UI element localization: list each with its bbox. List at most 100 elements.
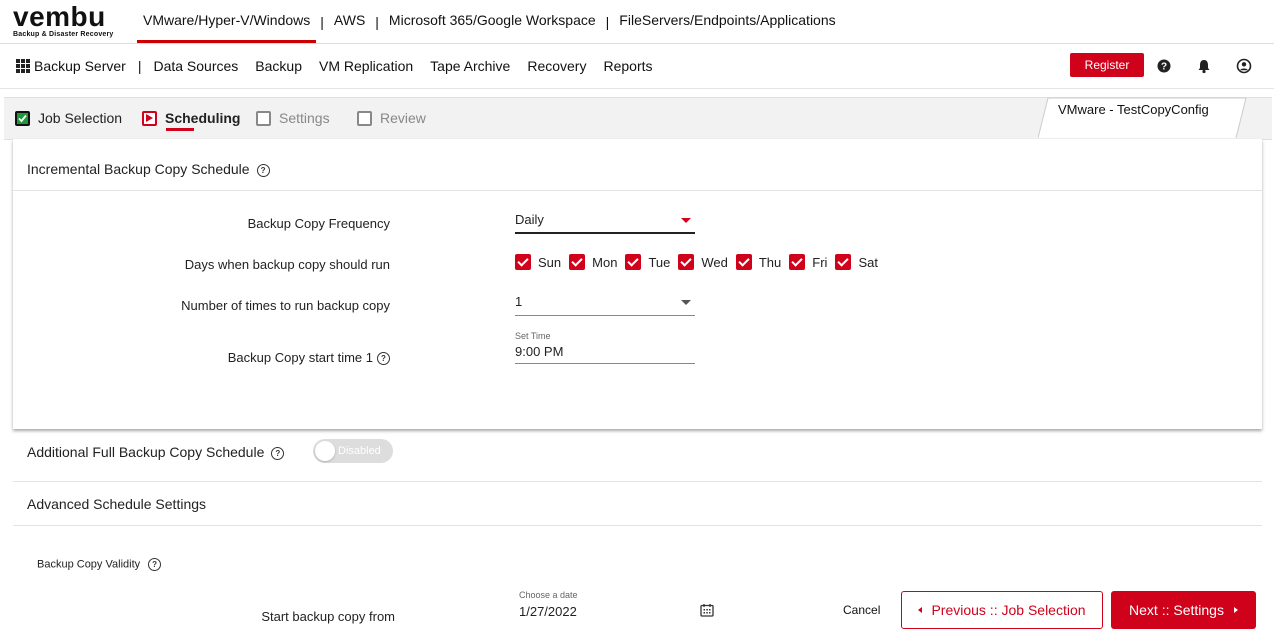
day-label: Wed bbox=[701, 254, 728, 270]
nav-separator: | bbox=[375, 13, 379, 30]
full-backup-toggle[interactable]: Disabled bbox=[313, 439, 393, 463]
nav-separator: | bbox=[320, 13, 324, 30]
incremental-schedule-card bbox=[13, 139, 1262, 429]
help-circle-icon[interactable]: ? bbox=[148, 558, 162, 571]
day-checkbox-thu[interactable]: Thu bbox=[735, 254, 782, 270]
product-tab-vmware[interactable]: VMware/Hyper-V/Windows bbox=[137, 0, 317, 43]
bell-icon[interactable] bbox=[1196, 58, 1212, 74]
product-tab-fileservers[interactable]: FileServers/Endpoints/Applications bbox=[613, 0, 841, 43]
day-checkbox-mon[interactable]: Mon bbox=[569, 254, 617, 270]
previous-button-label: Previous :: Job Selection bbox=[931, 602, 1086, 618]
frequency-label: Backup Copy Frequency bbox=[247, 216, 390, 231]
start-time-field[interactable]: Set Time 9:00 PM bbox=[515, 331, 695, 364]
checked-icon bbox=[569, 254, 586, 270]
start-date-field[interactable]: Choose a date 1/27/2022 bbox=[519, 590, 719, 619]
validity-title: Backup Copy Validity? bbox=[37, 558, 162, 571]
checked-icon bbox=[735, 254, 752, 270]
arrow-right-icon bbox=[1233, 607, 1238, 613]
section-title-text: Backup Copy Validity bbox=[37, 558, 141, 571]
day-label: Sun bbox=[538, 254, 562, 270]
frequency-value: Daily bbox=[515, 212, 544, 227]
help-icon[interactable]: ? bbox=[1156, 58, 1172, 74]
full-backup-title: Additional Full Backup Copy Schedule? bbox=[27, 444, 285, 460]
times-select[interactable]: 1 bbox=[515, 292, 695, 316]
toggle-state: Disabled bbox=[338, 445, 381, 457]
nav-recovery[interactable]: Recovery bbox=[527, 58, 586, 74]
start-time-caption: Set Time bbox=[515, 331, 551, 341]
job-name-tab: VMware - TestCopyConfig bbox=[1038, 96, 1248, 138]
days-checkbox-group: Sun Mon Tue Wed Thu Fri Sat bbox=[515, 253, 886, 271]
start-backup-from-label: Start backup copy from bbox=[261, 609, 395, 624]
wizard-step-scheduling[interactable]: Scheduling bbox=[142, 108, 240, 128]
checkbox-empty-icon bbox=[357, 110, 372, 126]
checked-icon bbox=[835, 254, 852, 270]
next-button[interactable]: Next :: Settings bbox=[1111, 591, 1256, 629]
next-button-label: Next :: Settings bbox=[1129, 602, 1224, 618]
day-checkbox-sun[interactable]: Sun bbox=[515, 254, 561, 270]
date-caption: Choose a date bbox=[519, 590, 578, 600]
nav-backup-server[interactable]: Backup Server bbox=[34, 58, 126, 74]
day-checkbox-tue[interactable]: Tue bbox=[625, 254, 670, 270]
wizard-step-label: Scheduling bbox=[165, 110, 241, 126]
top-bar: vembu Backup & Disaster Recovery VMware/… bbox=[0, 0, 1274, 44]
start-time-label: Backup Copy start time 1? bbox=[227, 350, 390, 366]
divider bbox=[13, 525, 1262, 526]
start-time-label-text: Backup Copy start time 1 bbox=[227, 350, 373, 365]
advanced-settings-title[interactable]: Advanced Schedule Settings bbox=[27, 496, 206, 512]
product-tab-m365[interactable]: Microsoft 365/Google Workspace bbox=[383, 0, 602, 43]
checked-icon bbox=[515, 254, 531, 270]
nav-tape-archive[interactable]: Tape Archive bbox=[430, 58, 510, 74]
nav-separator: | bbox=[137, 58, 142, 74]
frequency-select[interactable]: Daily bbox=[515, 210, 695, 234]
toggle-knob bbox=[315, 441, 335, 461]
day-checkbox-fri[interactable]: Fri bbox=[789, 254, 827, 270]
checked-icon bbox=[678, 254, 695, 270]
wizard-step-job-selection[interactable]: Job Selection bbox=[15, 108, 122, 128]
divider bbox=[13, 190, 1262, 191]
nav-reports[interactable]: Reports bbox=[603, 58, 652, 74]
incremental-schedule-title: Incremental Backup Copy Schedule? bbox=[27, 161, 270, 177]
day-checkbox-wed[interactable]: Wed bbox=[678, 254, 728, 270]
section-title-text: Incremental Backup Copy Schedule bbox=[27, 161, 250, 177]
previous-button[interactable]: Previous :: Job Selection bbox=[901, 591, 1103, 629]
dropdown-caret-icon bbox=[681, 300, 691, 305]
nav-vm-replication[interactable]: VM Replication bbox=[319, 58, 413, 74]
section-title-text: Additional Full Backup Copy Schedule bbox=[27, 444, 265, 460]
day-checkbox-sat[interactable]: Sat bbox=[835, 254, 878, 270]
select-underline bbox=[515, 232, 695, 234]
nav-backup[interactable]: Backup bbox=[255, 58, 302, 74]
day-label: Thu bbox=[758, 254, 782, 270]
job-name-label: VMware - TestCopyConfig bbox=[1058, 102, 1209, 117]
help-circle-icon[interactable]: ? bbox=[271, 446, 285, 460]
calendar-icon[interactable] bbox=[700, 603, 714, 617]
active-step-indicator bbox=[166, 128, 194, 131]
checked-icon bbox=[625, 254, 642, 270]
day-label: Mon bbox=[592, 254, 618, 270]
checkbox-empty-icon bbox=[256, 110, 271, 126]
divider bbox=[13, 481, 1262, 482]
wizard-step-review[interactable]: Review bbox=[357, 108, 426, 128]
user-icon[interactable] bbox=[1236, 58, 1252, 74]
register-button[interactable]: Register bbox=[1070, 53, 1144, 77]
logo-wordmark: vembu bbox=[13, 1, 106, 32]
days-label: Days when backup copy should run bbox=[184, 257, 390, 272]
help-circle-icon[interactable]: ? bbox=[377, 352, 390, 366]
field-underline bbox=[515, 363, 695, 364]
wizard-step-settings[interactable]: Settings bbox=[256, 108, 330, 128]
check-done-icon bbox=[15, 110, 30, 126]
cancel-button[interactable]: Cancel bbox=[843, 603, 880, 617]
date-value: 1/27/2022 bbox=[519, 604, 577, 619]
vembu-logo[interactable]: vembu Backup & Disaster Recovery bbox=[13, 3, 123, 39]
day-label: Sat bbox=[858, 254, 878, 270]
help-circle-icon[interactable]: ? bbox=[256, 163, 270, 177]
product-tab-aws[interactable]: AWS bbox=[328, 0, 371, 43]
day-label: Fri bbox=[812, 254, 828, 270]
logo-tagline: Backup & Disaster Recovery bbox=[13, 31, 114, 38]
nav-separator: | bbox=[605, 13, 610, 30]
nav-data-sources[interactable]: Data Sources bbox=[153, 58, 238, 74]
select-underline bbox=[515, 315, 695, 316]
svg-text:?: ? bbox=[1161, 62, 1167, 73]
apps-grid-icon[interactable] bbox=[16, 59, 30, 73]
start-time-value: 9:00 PM bbox=[515, 344, 564, 359]
arrow-left-icon bbox=[918, 607, 923, 613]
